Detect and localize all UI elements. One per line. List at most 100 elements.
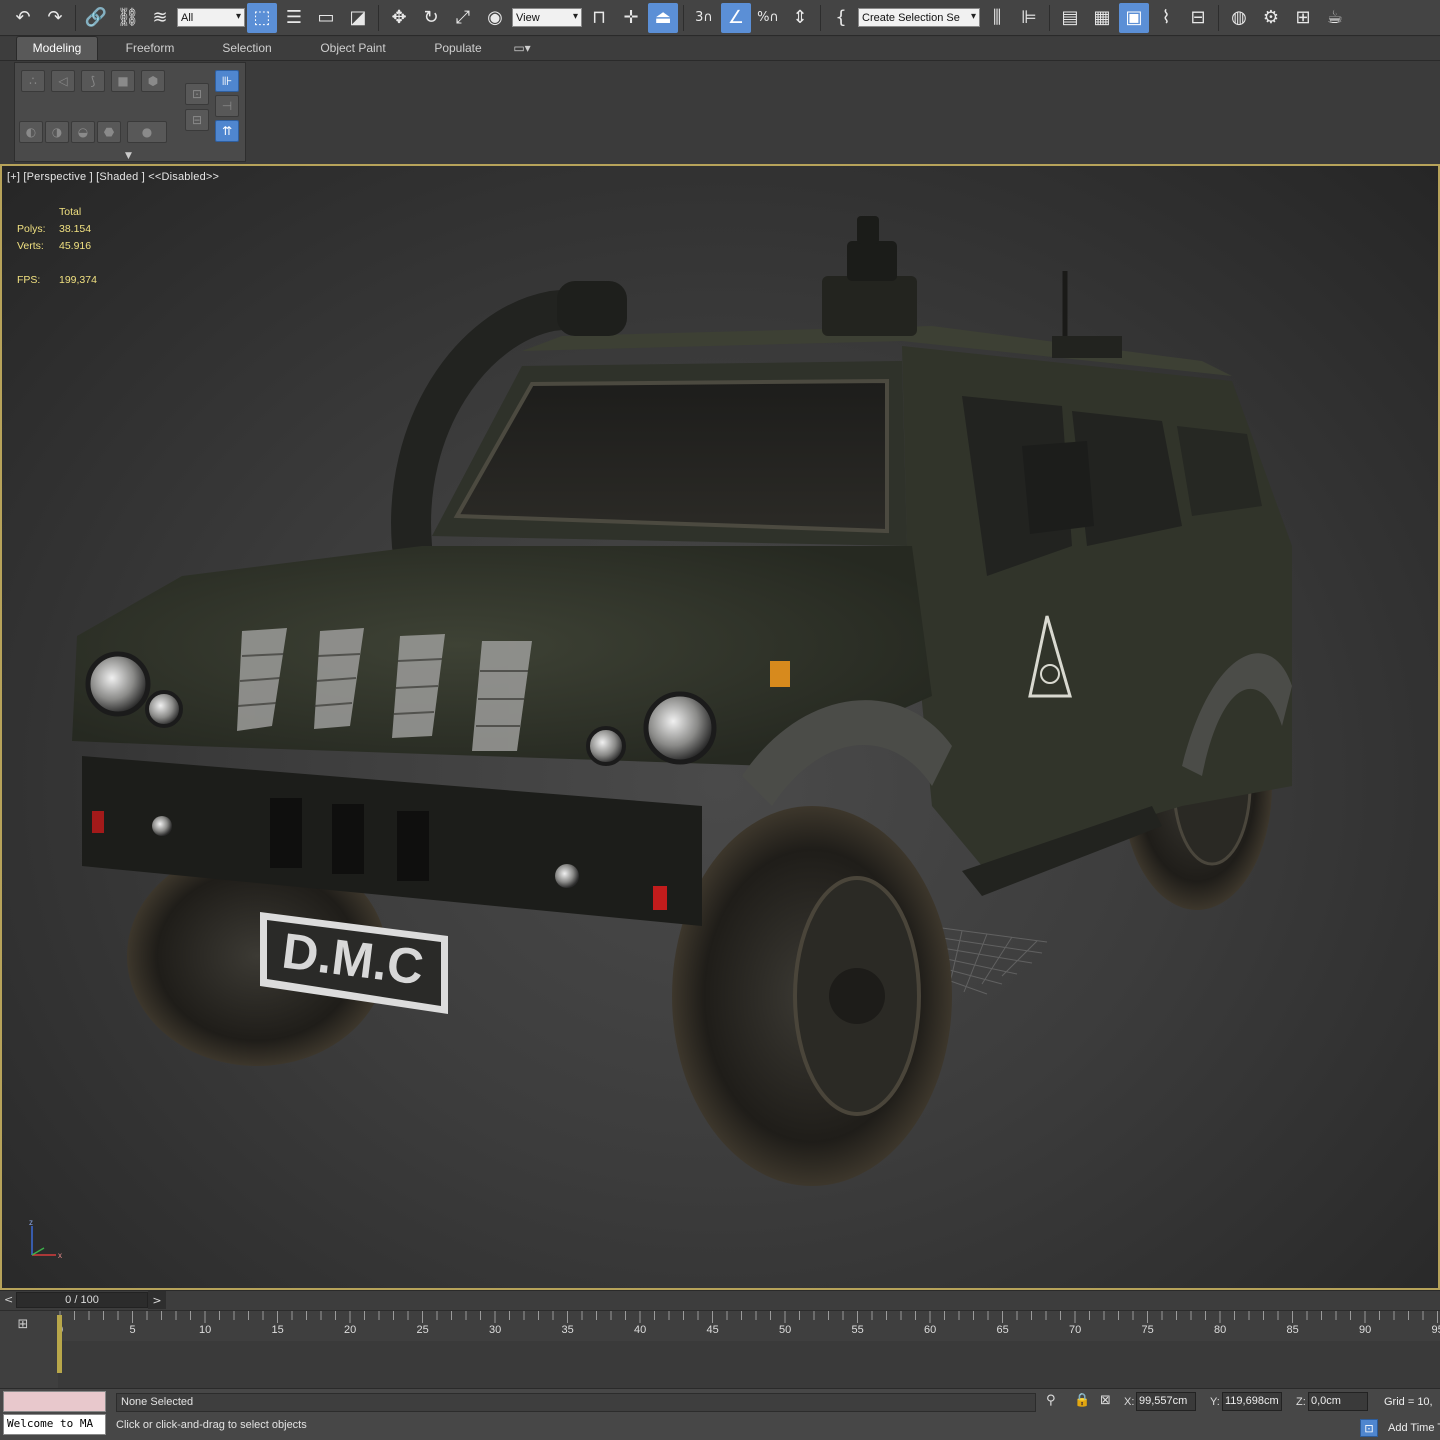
maxscript-listener-output[interactable] <box>3 1391 106 1412</box>
viewport-label[interactable]: [+] [Perspective ] [Shaded ] <<Disabled>… <box>7 171 219 183</box>
layer-manager-icon[interactable]: ▤ <box>1055 3 1085 33</box>
edit-named-selection-icon[interactable]: { <box>826 3 856 33</box>
polys-label: Polys: <box>17 223 46 235</box>
modify-mode-icon[interactable]: ◐ <box>19 121 43 143</box>
named-selection-sets-dropdown[interactable]: Create Selection Se ▾ <box>858 8 980 27</box>
tab-object-paint[interactable]: Object Paint <box>292 37 414 60</box>
spinner-snap-icon[interactable]: ⇕ <box>785 3 815 33</box>
frame-tick-label: 95 <box>1431 1324 1440 1336</box>
keyboard-shortcut-override-icon[interactable]: ⏏ <box>648 2 678 33</box>
track-bar[interactable]: ⊞ 05101520253035404550556065707580859095 <box>0 1310 1440 1389</box>
curve-editor-mini-icon[interactable]: ⊞ <box>12 1317 34 1335</box>
make-unique-icon[interactable]: ⊣ <box>215 95 239 117</box>
link-icon[interactable]: 🔗 <box>81 3 111 33</box>
geometry-mode-icon[interactable]: ◒ <box>71 121 95 143</box>
stack-show-icon[interactable]: ⊟ <box>185 109 209 131</box>
perspective-viewport[interactable]: D.M.C [+] [Perspective ] [Shaded ] <<Dis… <box>0 164 1440 1290</box>
frame-tick-label: 15 <box>271 1324 284 1336</box>
frame-tick-label: 5 <box>129 1324 136 1336</box>
status-bar: Welcome to MA None Selected Click or cli… <box>0 1388 1440 1440</box>
polygon-icon[interactable]: ■ <box>111 70 135 92</box>
render-setup-icon[interactable]: ⚙ <box>1256 3 1286 33</box>
time-slider-previous[interactable]: < <box>4 1293 13 1306</box>
stack-pin-icon[interactable]: ⊡ <box>185 83 209 105</box>
snaps-toggle-icon[interactable]: 3 ∩ <box>689 3 719 33</box>
edge-icon[interactable]: ◁ <box>51 70 75 92</box>
prompt-line: Click or click-and-drag to select object… <box>116 1419 307 1431</box>
fps-value: 199,374 <box>59 274 97 286</box>
y-coord-field[interactable]: 119,698cm <box>1222 1392 1282 1411</box>
vertex-icon[interactable]: ∴ <box>21 70 45 92</box>
curve-editor-icon[interactable]: ⌇ <box>1151 3 1181 33</box>
unlink-icon[interactable]: ⛓ <box>113 3 143 33</box>
select-by-name-icon[interactable]: ☰ <box>279 3 309 33</box>
window-crossing-icon[interactable]: ◪ <box>343 3 373 33</box>
frame-tick-label: 75 <box>1141 1324 1154 1336</box>
material-editor-icon[interactable]: ◍ <box>1224 3 1254 33</box>
align-icon[interactable]: ⊫ <box>1014 3 1044 33</box>
frame-tick-label: 45 <box>706 1324 719 1336</box>
ribbon-options-icon[interactable]: ▭▾ <box>502 37 542 60</box>
verts-value: 45.916 <box>59 240 92 252</box>
polys-value: 38.154 <box>59 223 92 235</box>
border-icon[interactable]: ⟆ <box>81 70 105 92</box>
keyframe-track-area[interactable] <box>58 1341 1440 1389</box>
verts-label: Verts: <box>17 240 44 252</box>
bind-space-warp-icon[interactable]: ≋ <box>145 3 175 33</box>
time-slider-thumb[interactable]: 0 / 100 <box>16 1292 148 1308</box>
selection-status: None Selected <box>116 1393 1036 1412</box>
mirror-icon[interactable]: ⫼ <box>982 3 1012 33</box>
place-icon[interactable]: ◉ <box>480 3 510 33</box>
percent-snap-icon[interactable]: % ∩ <box>753 3 783 33</box>
pivot-center-icon[interactable]: ⊓ <box>584 3 614 33</box>
undo-icon[interactable]: ↶ <box>8 3 38 33</box>
x-coord-field[interactable]: 99,557cm <box>1136 1392 1196 1411</box>
schematic-view-icon[interactable]: ⊟ <box>1183 3 1213 33</box>
maxscript-listener-input[interactable]: Welcome to MA <box>3 1414 106 1435</box>
frame-tick-label: 10 <box>199 1324 212 1336</box>
absolute-mode-icon[interactable]: ⊠ <box>1100 1393 1111 1408</box>
time-slider-next[interactable]: > <box>148 1291 166 1309</box>
current-frame-indicator[interactable] <box>57 1315 62 1373</box>
ribbon-tab-bar: Modeling Freeform Selection Object Paint… <box>0 36 1440 61</box>
percent-snap-label: % <box>757 10 770 25</box>
ribbon-toggle-icon[interactable]: ▣ <box>1119 2 1149 33</box>
frame-ruler[interactable] <box>58 1311 1440 1341</box>
select-manipulate-icon[interactable]: ✛ <box>616 3 646 33</box>
rotate-icon[interactable]: ↻ <box>416 3 446 33</box>
rectangular-selection-icon[interactable]: ▭ <box>311 3 341 33</box>
move-icon[interactable]: ✥ <box>384 3 414 33</box>
selection-filter-dropdown[interactable]: All ▾ <box>177 8 245 27</box>
tab-modeling[interactable]: Modeling <box>16 36 98 60</box>
show-result-icon[interactable]: ⇈ <box>215 120 239 142</box>
z-coord-field[interactable]: 0,0cm <box>1308 1392 1368 1411</box>
add-time-tag[interactable]: Add Time T <box>1388 1422 1440 1434</box>
stats-header: Total <box>59 206 82 218</box>
frame-tick-label: 85 <box>1286 1324 1299 1336</box>
reference-coordinate-dropdown[interactable]: View ▾ <box>512 8 582 27</box>
scene-explorer-icon[interactable]: ▦ <box>1087 3 1117 33</box>
tab-populate[interactable]: Populate <box>414 37 502 60</box>
angle-snap-icon[interactable]: ∠ <box>721 2 751 33</box>
element-icon[interactable]: ⬢ <box>141 70 165 92</box>
edit-mode-icon[interactable]: ◑ <box>45 121 69 143</box>
end-result-icon[interactable]: ⊪ <box>215 70 239 92</box>
panel-expand-icon[interactable]: ▼ <box>125 151 132 161</box>
redo-icon[interactable]: ↷ <box>40 3 70 33</box>
tab-selection[interactable]: Selection <box>202 37 292 60</box>
scale-icon[interactable]: ⤢ <box>448 3 478 33</box>
select-object-icon[interactable]: ⬚ <box>247 2 277 33</box>
subdivision-icon[interactable]: ⬣ <box>97 121 121 143</box>
render-production-icon[interactable]: ☕ <box>1320 3 1350 33</box>
time-slider[interactable]: < 0 / 100 > <box>0 1290 1440 1310</box>
tab-freeform[interactable]: Freeform <box>98 37 202 60</box>
frame-tick-label: 65 <box>996 1324 1009 1336</box>
selection-lock-icon[interactable]: 🔒 <box>1074 1393 1090 1408</box>
isolate-selection-icon[interactable]: ⚲ <box>1046 1393 1056 1408</box>
rendered-frame-window-icon[interactable]: ⊞ <box>1288 3 1318 33</box>
vehicle-model[interactable]: D.M.C <box>2 166 1438 1288</box>
frame-tick-label: 80 <box>1214 1324 1227 1336</box>
time-tag-icon[interactable]: ⊡ <box>1360 1419 1378 1437</box>
smoothing-icon[interactable]: ● <box>127 121 167 143</box>
axis-z-label: z <box>29 1220 33 1227</box>
